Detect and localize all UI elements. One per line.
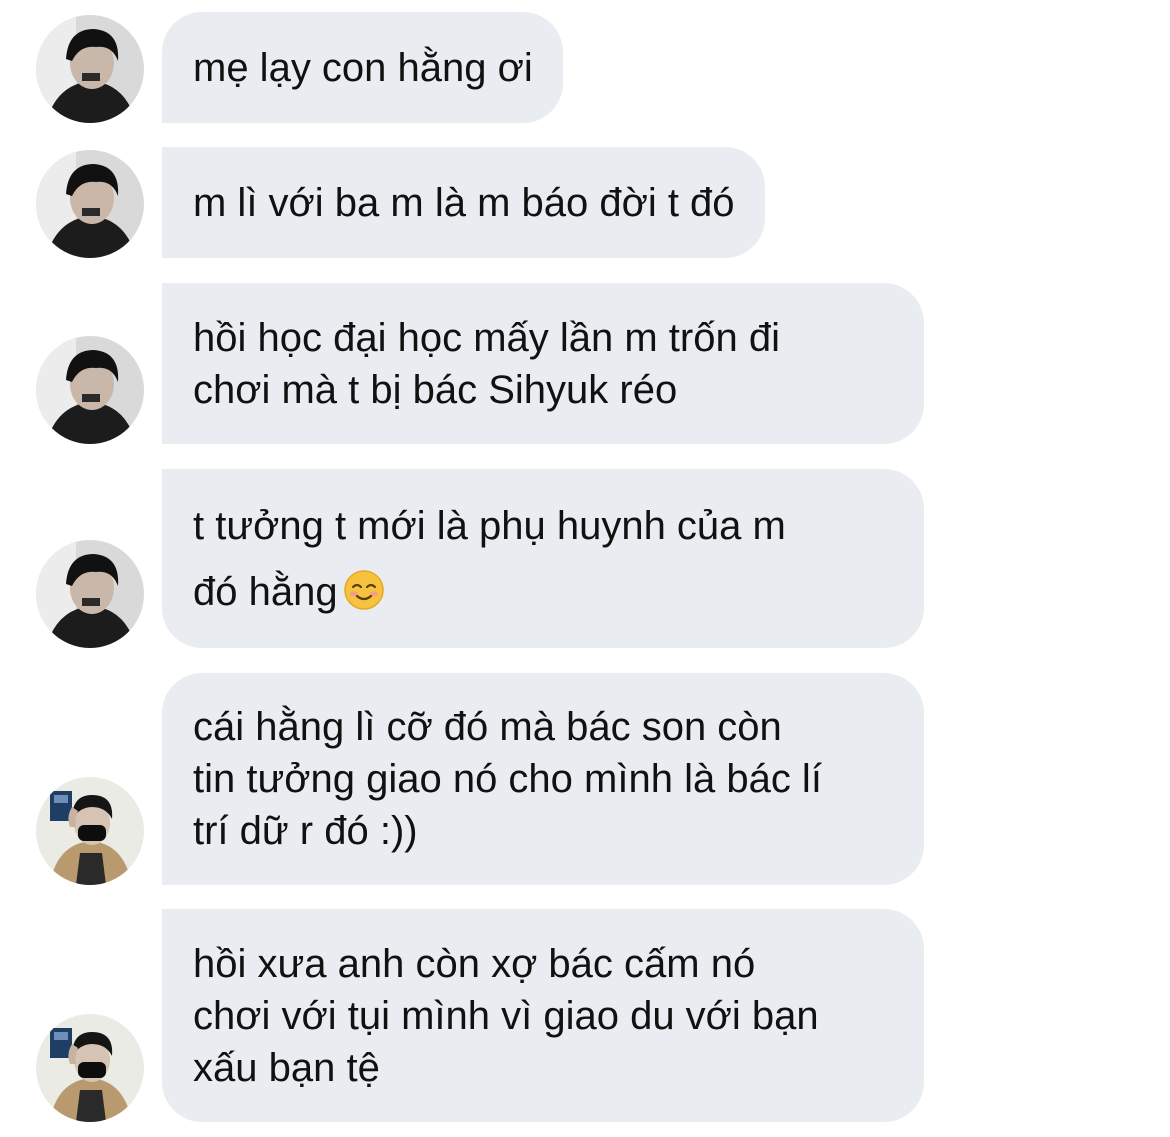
- avatar[interactable]: [36, 150, 144, 258]
- message-text: xấu bạn tệ: [193, 1045, 380, 1090]
- avatar[interactable]: [36, 15, 144, 123]
- message-bubble[interactable]: hồi xưa anh còn xợ bác cấm nó chơi với t…: [162, 909, 924, 1122]
- message-bubble[interactable]: hồi học đại học mấy lần m trốn đi chơi m…: [162, 283, 924, 444]
- smiling-face-icon: [343, 569, 384, 610]
- message-bubble[interactable]: m lì với ba m là m báo đời t đó: [162, 147, 765, 258]
- message-text: hồi xưa anh còn xợ bác cấm nó: [193, 941, 756, 986]
- message-bubble[interactable]: mẹ lạy con hằng ơi: [162, 12, 563, 123]
- message-bubble[interactable]: cái hằng lì cỡ đó mà bác son còn tin tưở…: [162, 673, 924, 885]
- message-text: hồi học đại học mấy lần m trốn đi: [193, 315, 780, 360]
- message-bubble[interactable]: t tưởng t mới là phụ huynh của m đó hằng: [162, 469, 924, 648]
- avatar[interactable]: [36, 336, 144, 444]
- message-text: cái hằng lì cỡ đó mà bác son còn: [193, 705, 782, 749]
- avatar[interactable]: [36, 777, 144, 885]
- message-text: đó hằng: [193, 569, 338, 614]
- message-text: mẹ lạy con hằng ơi: [193, 45, 533, 90]
- avatar[interactable]: [36, 1014, 144, 1122]
- message-text: chơi với tụi mình vì giao du với bạn: [193, 993, 819, 1038]
- message-text: m lì với ba m là m báo đời t đó: [193, 180, 735, 225]
- message-text: tin tưởng giao nó cho mình là bác lí: [193, 757, 822, 801]
- message-line-with-emoji: đó hằng: [193, 559, 894, 625]
- message-text: t tưởng t mới là phụ huynh của m: [193, 503, 786, 548]
- message-text: chơi mà t bị bác Sihyuk réo: [193, 367, 678, 412]
- avatar[interactable]: [36, 540, 144, 648]
- message-text: trí dữ r đó :)): [193, 809, 418, 853]
